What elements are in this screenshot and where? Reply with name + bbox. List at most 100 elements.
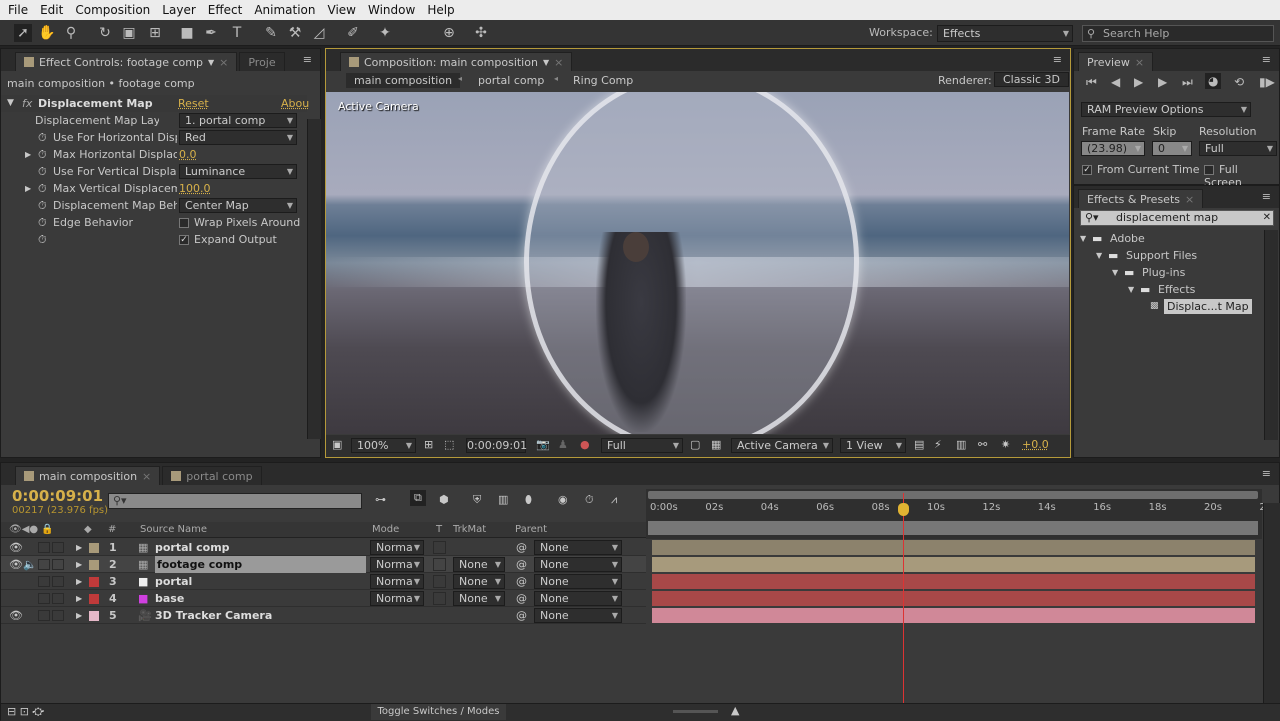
- parent-dropdown[interactable]: None: [534, 574, 622, 589]
- tab-composition[interactable]: Composition: main composition ▼ ×: [340, 52, 573, 71]
- preserve-transparency-switch[interactable]: [433, 592, 446, 605]
- label-color-swatch[interactable]: [89, 577, 99, 587]
- pick-whip-icon[interactable]: @: [516, 556, 527, 573]
- last-frame-icon[interactable]: ⏭: [1182, 75, 1193, 90]
- hand-tool-icon[interactable]: ✋: [38, 24, 56, 42]
- menu-effect[interactable]: Effect: [208, 3, 243, 17]
- about-link[interactable]: Abou: [281, 95, 309, 112]
- fx-icon[interactable]: fx: [22, 95, 32, 112]
- live-update-icon[interactable]: ⏱: [585, 493, 594, 507]
- puppet-tool-icon[interactable]: ✦: [376, 24, 394, 42]
- resolution-dropdown[interactable]: Full: [601, 438, 683, 453]
- tree-item[interactable]: ▼ ▬ Plug-ins: [1074, 264, 1262, 281]
- tree-item[interactable]: ▼ ▬ Support Files: [1074, 247, 1262, 264]
- tree-item[interactable]: ▼ ▬ Effects: [1074, 281, 1262, 298]
- timeline-current-time[interactable]: 0:00:09:01: [12, 487, 103, 505]
- breadcrumb-ring-comp[interactable]: Ring Comp: [573, 74, 633, 87]
- draft-3d-icon[interactable]: ⧉: [410, 490, 426, 506]
- blend-mode-dropdown[interactable]: Norma: [370, 574, 424, 589]
- close-icon[interactable]: ×: [1135, 56, 1144, 69]
- expand-triangle-icon[interactable]: ▼: [7, 95, 14, 112]
- graph-editor-icon[interactable]: ⩘: [611, 493, 617, 507]
- zoom-slider[interactable]: [673, 710, 718, 713]
- panel-menu-icon[interactable]: ≡: [1262, 53, 1271, 66]
- auto-keyframe-icon[interactable]: ◉: [558, 493, 568, 506]
- lock-switch[interactable]: [52, 542, 64, 553]
- text-tool-icon[interactable]: T: [228, 24, 246, 42]
- current-time-display[interactable]: 0:00:09:01: [466, 438, 527, 453]
- skip-dropdown[interactable]: 0: [1152, 141, 1192, 156]
- tab-project[interactable]: Proje: [239, 52, 285, 71]
- menu-help[interactable]: Help: [427, 3, 454, 17]
- zoom-in-icon[interactable]: ▲: [731, 704, 739, 717]
- solo-switch[interactable]: [38, 593, 50, 604]
- chevron-down-icon[interactable]: ▼: [543, 58, 549, 67]
- brainstorm-icon[interactable]: ⬮: [525, 493, 532, 507]
- parent-dropdown[interactable]: None: [534, 608, 622, 623]
- speaker-icon[interactable]: 🔈: [23, 556, 37, 573]
- breadcrumb-main-composition[interactable]: main composition: [346, 73, 461, 88]
- pen-tool-icon[interactable]: ✒: [202, 24, 220, 42]
- track-matte-dropdown[interactable]: None: [453, 557, 505, 572]
- menu-layer[interactable]: Layer: [162, 3, 195, 17]
- property-dropdown[interactable]: Center Map: [179, 198, 297, 213]
- magnification-dropdown[interactable]: 100%: [351, 438, 416, 453]
- panel-menu-icon[interactable]: ≡: [1262, 467, 1271, 480]
- solo-switch[interactable]: [38, 610, 50, 621]
- menu-file[interactable]: File: [8, 3, 28, 17]
- breadcrumb-portal-comp[interactable]: portal comp: [478, 74, 544, 87]
- expand-triangle-icon[interactable]: ▶: [76, 607, 82, 624]
- solo-switch[interactable]: [38, 576, 50, 587]
- layer-name[interactable]: 3D Tracker Camera: [155, 607, 272, 624]
- close-icon[interactable]: ×: [219, 56, 228, 69]
- zoom-tool-icon[interactable]: ⚲: [62, 24, 80, 42]
- eye-icon[interactable]: 👁: [9, 539, 23, 556]
- time-ruler[interactable]: 0:00s02s04s06s08s10s12s14s16s18s20s22: [646, 489, 1272, 539]
- expand-triangle-icon[interactable]: ▶: [76, 556, 82, 573]
- camera-tool-icon[interactable]: ▣: [120, 24, 138, 42]
- layer-duration-bar[interactable]: [652, 608, 1255, 623]
- mask-visibility-icon[interactable]: ⬚: [444, 438, 454, 451]
- pan-behind-tool-icon[interactable]: ⊞: [146, 24, 164, 42]
- reset-link[interactable]: Reset: [178, 95, 209, 112]
- property-dropdown[interactable]: 1. portal comp: [179, 113, 297, 128]
- property-value[interactable]: 100.0: [179, 180, 211, 197]
- pick-whip-icon[interactable]: @: [516, 607, 527, 624]
- channel-icon[interactable]: ●: [580, 438, 590, 451]
- expand-triangle-icon[interactable]: ▼: [1128, 281, 1134, 298]
- scrollbar[interactable]: [1264, 230, 1278, 440]
- stopwatch-icon[interactable]: ⏱: [38, 197, 47, 214]
- property-checkbox[interactable]: ✓ Expand Output: [179, 231, 277, 248]
- layer-row[interactable]: ▶ 3 ■ portal Norma None @ None: [1, 573, 646, 590]
- show-snapshot-icon[interactable]: ♟: [558, 438, 568, 451]
- fast-previews-icon[interactable]: ⚡: [934, 438, 942, 451]
- preserve-transparency-switch[interactable]: [433, 541, 446, 554]
- parent-dropdown[interactable]: None: [534, 557, 622, 572]
- layer-row[interactable]: 👁🔈 ▶ 2 ▦ footage comp Norma None @ None: [1, 556, 646, 573]
- track-matte-dropdown[interactable]: None: [453, 574, 505, 589]
- tree-item[interactable]: ▩ Displac...t Map: [1074, 298, 1262, 315]
- stopwatch-icon[interactable]: ⏱: [38, 214, 47, 231]
- pick-whip-icon[interactable]: @: [516, 590, 527, 607]
- view-dropdown[interactable]: Active Camera: [731, 438, 833, 453]
- header-source-name[interactable]: Source Name: [140, 522, 207, 538]
- from-current-time-checkbox[interactable]: ✓ From Current Time: [1082, 163, 1199, 176]
- stopwatch-icon[interactable]: ⏱: [38, 180, 47, 197]
- layer-search-input[interactable]: ⚲▾: [108, 493, 362, 509]
- property-checkbox[interactable]: Wrap Pixels Around: [179, 214, 300, 231]
- parent-dropdown[interactable]: None: [534, 591, 622, 606]
- timeline-icon[interactable]: ▥: [956, 438, 966, 451]
- brush-tool-icon[interactable]: ✎: [262, 24, 280, 42]
- eye-icon[interactable]: 👁: [9, 607, 23, 624]
- loop-icon[interactable]: ⟲: [1234, 75, 1244, 89]
- stopwatch-icon[interactable]: ⏱: [38, 163, 47, 180]
- toggle-switches-modes-button[interactable]: Toggle Switches / Modes: [371, 704, 506, 720]
- chevron-down-icon[interactable]: ▼: [208, 58, 214, 67]
- toggle-pixel-aspect-icon[interactable]: ▤: [914, 438, 924, 451]
- expand-triangle-icon[interactable]: ▶: [25, 146, 31, 163]
- ram-preview-icon[interactable]: ▮▶: [1259, 75, 1275, 89]
- renderer-button[interactable]: Classic 3D: [994, 72, 1070, 87]
- expand-triangle-icon[interactable]: ▼: [1112, 264, 1118, 281]
- tree-item[interactable]: ▼ ▬ Adobe: [1074, 230, 1262, 247]
- eye-icon[interactable]: 👁: [9, 556, 23, 573]
